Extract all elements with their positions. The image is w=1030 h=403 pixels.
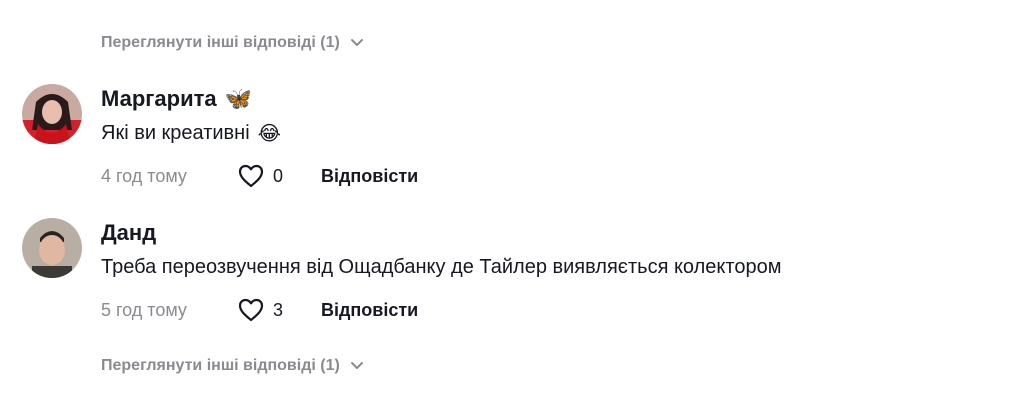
reply-button[interactable]: Відповісти [321,300,418,321]
view-more-replies-button[interactable]: Переглянути інші відповіді (1) [101,34,364,52]
comment-timestamp: 5 год тому [101,299,187,320]
avatar[interactable] [22,84,82,144]
chevron-down-icon [350,362,363,369]
comment-text: Які ви креативні 😂 [101,121,282,145]
comment-text: Треба переозвучення від Ощадбанку де Тай… [101,255,782,278]
partial-heart-icon [238,0,258,2]
heart-icon [238,164,264,188]
view-more-replies-button[interactable]: Переглянути інші відповіді (1) [101,357,364,375]
like-button[interactable]: 3 [237,297,321,323]
reply-button[interactable]: Відповісти [321,166,418,187]
like-count: 3 [273,299,284,320]
username[interactable]: Данд [101,218,1001,248]
like-count: 0 [273,165,284,186]
avatar[interactable] [22,218,82,278]
view-more-label: Переглянути інші відповіді (1) [101,34,340,51]
butterfly-emoji: 🦋 [224,86,253,111]
heart-icon [238,298,264,322]
chevron-down-icon [350,39,363,46]
comment-timestamp: 4 год тому [101,165,187,186]
laughing-emoji: 😂 [257,122,282,145]
view-more-label: Переглянути інші відповіді (1) [101,357,340,374]
username[interactable]: Маргарита 🦋 [101,84,1001,114]
like-button[interactable]: 0 [237,163,321,189]
